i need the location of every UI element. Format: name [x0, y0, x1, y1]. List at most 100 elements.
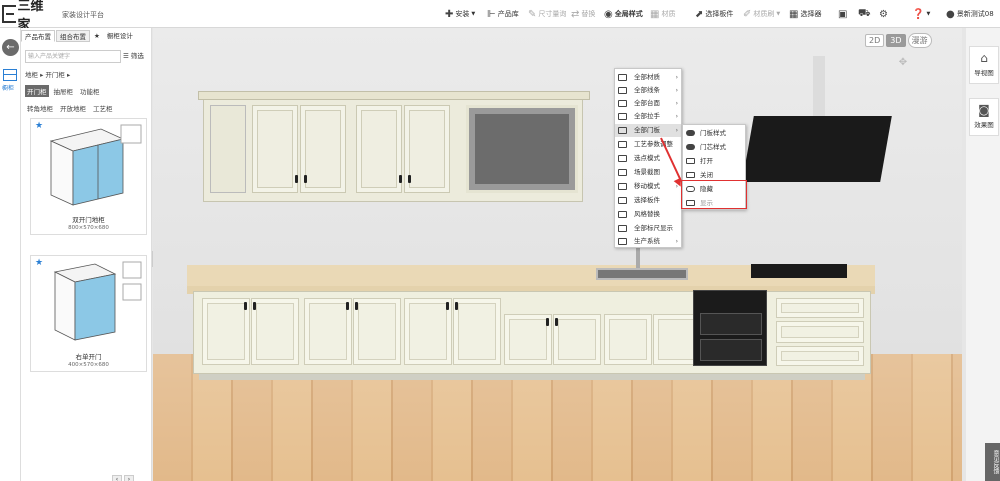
wall-cabinet-door[interactable]	[356, 105, 402, 193]
global-style-icon: ◉	[604, 8, 613, 20]
drawer-front[interactable]	[776, 298, 864, 318]
submenu-door-style[interactable]: 门板样式	[683, 127, 745, 140]
menu-item-show-all-rulers[interactable]: 全部标尺显示	[615, 222, 681, 235]
base-cabinet[interactable]	[193, 291, 871, 374]
gas-hob[interactable]	[751, 264, 847, 278]
product-card[interactable]: ★ 右单开门 400×570×680	[30, 255, 147, 372]
cabinet-icon[interactable]	[3, 69, 17, 81]
save-button[interactable]: ▣	[838, 7, 849, 21]
toggle-icon	[618, 225, 627, 232]
material-icon: ▦	[650, 8, 660, 20]
range-hood-chimney	[813, 56, 825, 118]
params-icon	[618, 141, 627, 148]
settings-button[interactable]: ⚙	[879, 7, 890, 21]
base-cabinet-door[interactable]	[404, 298, 452, 365]
menu-item-select-panel[interactable]: 选择板件	[615, 194, 681, 207]
base-cabinet-door[interactable]	[353, 298, 401, 365]
base-cabinet-door[interactable]	[202, 298, 250, 365]
feedback-button[interactable]: 意见反馈	[985, 443, 1000, 481]
base-cabinet-door[interactable]	[553, 314, 601, 365]
tab-combo-layout[interactable]: 组合布置	[56, 30, 90, 42]
install-button[interactable]: ✚ 安装 ▼	[445, 7, 475, 21]
toggle-icon	[618, 155, 627, 162]
select-panel-button[interactable]: ⬈ 选择板件	[695, 7, 733, 21]
menu-item-style-replace[interactable]: 风格替换	[615, 208, 681, 221]
material-icon	[618, 74, 627, 81]
cart-button[interactable]: ⛟	[858, 7, 873, 21]
menu-item-all-doors[interactable]: 全部门板 ›	[615, 124, 681, 137]
render-button[interactable]: ◙ 效果图	[969, 98, 999, 136]
search-input[interactable]: 输入产品关键字	[25, 50, 121, 63]
submenu-door-core-style[interactable]: 门芯样式	[683, 141, 745, 154]
end-shelf	[210, 105, 246, 193]
drawer-front[interactable]	[776, 321, 864, 343]
cabinet-thumbnail	[53, 261, 142, 341]
category-item[interactable]: 工艺柜	[91, 102, 115, 114]
guide-view-button[interactable]: ⌂ 导视图	[969, 46, 999, 84]
next-page-button[interactable]: ›	[124, 475, 134, 481]
cabinet-thumbnail	[49, 124, 142, 206]
category-item[interactable]: 开门柜	[25, 85, 49, 97]
wall-cabinet-door[interactable]	[252, 105, 298, 193]
screenshot-icon	[618, 169, 627, 176]
product-card[interactable]: ★ 双开门地柜 800×570×680	[30, 118, 147, 235]
prev-page-button[interactable]: ‹	[112, 475, 122, 481]
save-icon: ▣	[838, 8, 848, 20]
menu-item-all-materials[interactable]: 全部材质 ›	[615, 71, 681, 84]
category-item[interactable]: 抽屉柜	[52, 85, 76, 97]
size-query-button[interactable]: ✎ 尺寸量询	[528, 7, 566, 21]
pagination: ‹ ›	[112, 475, 136, 481]
logo: 三维家	[2, 0, 52, 33]
sink[interactable]	[596, 268, 688, 280]
plinth	[199, 374, 865, 380]
back-button[interactable]: ←	[2, 39, 19, 56]
breadcrumb[interactable]: 地柜 ▸ 开门柜 ▸	[25, 69, 70, 79]
star-icon[interactable]: ★	[35, 121, 43, 131]
base-cabinet-door[interactable]	[453, 298, 501, 365]
material-button[interactable]: ▦ 材质	[650, 7, 675, 21]
base-cabinet-door[interactable]	[251, 298, 299, 365]
home-icon: ⌂	[980, 51, 988, 65]
user-menu[interactable]: ● 景新测试08	[946, 7, 994, 21]
material-brush-button[interactable]: ✐ 材质刷 ▼	[743, 7, 780, 21]
camera-nav-pad[interactable]: ✥	[887, 57, 919, 81]
selector-button[interactable]: ▦ 选择器	[789, 7, 821, 21]
help-button[interactable]: ❓ ▼	[912, 7, 930, 21]
drawer-front[interactable]	[776, 346, 864, 366]
filter-button[interactable]: ☰ 筛选	[123, 50, 144, 63]
roam-button[interactable]: 漫游	[907, 32, 932, 48]
chevron-right-icon: ›	[675, 74, 678, 81]
tab-cabinet-design[interactable]: 橱柜设计	[104, 30, 136, 42]
category-item[interactable]: 开放地柜	[58, 102, 88, 114]
tab-favorites[interactable]: ★	[91, 30, 103, 42]
wall-cabinet[interactable]	[198, 91, 590, 202]
menu-item-all-countertops[interactable]: 全部台面 ›	[615, 97, 681, 110]
product-name: 右单开门	[75, 353, 102, 361]
logo-mark	[2, 5, 16, 23]
product-library-button[interactable]: ⊩ 产品库	[487, 7, 519, 21]
submenu-open[interactable]: 打开	[683, 155, 745, 168]
view-3d-button[interactable]: 3D	[886, 33, 906, 47]
menu-item-production-system[interactable]: 生产系统 ›	[615, 235, 681, 248]
menu-item-all-lines[interactable]: 全部线条 ›	[615, 84, 681, 97]
base-cabinet-door[interactable]	[304, 298, 352, 365]
menu-item-screenshot[interactable]: 场景截图	[615, 166, 681, 179]
ruler-icon: ✎	[528, 8, 537, 20]
category-item[interactable]: 转角地柜	[25, 102, 55, 114]
built-in-oven[interactable]	[693, 290, 767, 366]
menu-item-all-handles[interactable]: 全部拉手 ›	[615, 110, 681, 123]
global-style-button[interactable]: ◉ 全局样式	[604, 7, 643, 21]
chevron-right-icon: ›	[675, 238, 678, 245]
3d-viewport[interactable]	[153, 28, 962, 481]
range-hood[interactable]	[742, 116, 892, 182]
camera-icon: ◙	[978, 103, 990, 117]
view-2d-button[interactable]: 2D	[865, 33, 885, 47]
category-item[interactable]: 功能柜	[78, 85, 102, 97]
base-cabinet-door[interactable]	[604, 314, 652, 365]
star-icon[interactable]: ★	[35, 258, 43, 268]
replace-button[interactable]: ⇄ 替换	[571, 7, 595, 21]
menu-item-move-mode[interactable]: 移动模式 ›	[615, 180, 681, 193]
menu-item-process-params[interactable]: 工艺参数调整	[615, 138, 681, 151]
tab-product-layout[interactable]: 产品布置	[21, 30, 55, 42]
base-cabinet-door[interactable]	[504, 314, 552, 365]
